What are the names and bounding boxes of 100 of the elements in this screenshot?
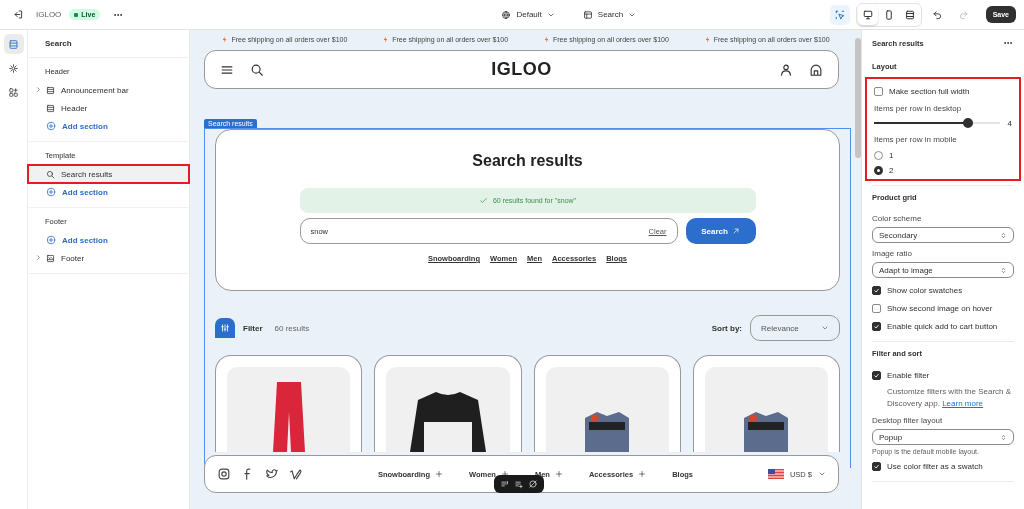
select-label: Desktop filter layout	[872, 416, 944, 425]
template-picker[interactable]: Search	[580, 7, 639, 22]
radio-option[interactable]: 1	[874, 148, 894, 162]
bag-icon	[809, 62, 823, 77]
select-label: Image ratio	[872, 249, 914, 258]
checkbox[interactable]: Enable filter	[872, 368, 1014, 382]
lightning-icon	[221, 36, 229, 43]
search-icon	[250, 62, 264, 77]
apps-icon	[8, 86, 19, 98]
fullscreen-icon	[903, 8, 916, 21]
check-icon	[873, 371, 880, 379]
checkbox-label: Enable quick add to cart button	[887, 321, 998, 331]
vimeo-icon	[289, 467, 303, 481]
select-field[interactable]: Popup	[872, 429, 1014, 445]
list-icon	[500, 479, 510, 489]
desktop-icon	[861, 8, 874, 21]
checkbox-label: Show color swatches	[887, 285, 963, 295]
checkbox[interactable]: Use color filter as a swatch	[872, 459, 1014, 473]
checkbox-label: Use color filter as a swatch	[887, 461, 983, 471]
add-circle-icon	[46, 235, 56, 245]
slider-value: 4	[1007, 118, 1012, 128]
search-icon	[46, 169, 55, 179]
radio-option[interactable]: 2	[874, 163, 894, 177]
flag-icon	[767, 469, 784, 479]
sections-icon	[8, 38, 19, 50]
inspector-view-button[interactable]	[829, 4, 850, 25]
arrow-up-right-icon	[731, 227, 740, 235]
add-section-button[interactable]: Add section	[28, 117, 189, 135]
plus-icon	[435, 470, 443, 478]
add-circle-icon	[46, 187, 56, 197]
lightning-icon	[382, 36, 390, 43]
product-card[interactable]	[692, 355, 840, 452]
select-arrows-icon	[1000, 433, 1007, 441]
store-name: IGLOO	[36, 10, 62, 19]
learn-more-link[interactable]: Learn more	[942, 399, 984, 408]
chevron-down-icon	[821, 324, 829, 332]
sidebar-item[interactable]: Footer	[28, 249, 189, 267]
footer-layout-icon	[46, 253, 55, 263]
desktop-view-button[interactable]	[857, 4, 878, 25]
plus-icon	[554, 470, 563, 478]
check-icon	[873, 322, 880, 330]
inspector-icon	[833, 8, 846, 21]
select-field[interactable]: Adapt to image	[872, 262, 1014, 278]
product-card[interactable]	[533, 355, 681, 452]
sidebar-title: Search	[28, 30, 189, 58]
undo-icon	[932, 9, 944, 20]
lightning-icon	[703, 36, 711, 43]
section-layout-icon	[46, 103, 55, 113]
chevron-right-icon	[35, 86, 42, 93]
product-card[interactable]	[374, 355, 522, 452]
select-field[interactable]: Secondary	[872, 227, 1014, 243]
slider-thumb[interactable]	[963, 118, 974, 128]
add-circle-icon	[46, 121, 56, 131]
twitter-icon	[265, 467, 279, 481]
sections-rail-button[interactable]	[3, 34, 24, 54]
add-section-button[interactable]: Add section	[28, 183, 189, 201]
filter-button[interactable]	[215, 318, 235, 338]
chevron-down-icon	[818, 470, 826, 478]
sidebar-item[interactable]: Header	[28, 99, 189, 117]
globe-icon	[501, 9, 512, 20]
check-icon	[478, 196, 488, 205]
plus-icon	[638, 470, 647, 478]
checkbox[interactable]: Show color swatches	[872, 283, 1014, 297]
slider-label: Items per row in desktop	[874, 104, 963, 113]
exit-icon	[12, 9, 24, 20]
instagram-icon	[217, 467, 231, 481]
sliders-icon	[220, 323, 230, 333]
check-icon	[873, 286, 880, 294]
store-logo[interactable]: IGLOO	[277, 59, 766, 80]
checkbox-label: Show second image on hover	[887, 303, 993, 313]
template-icon	[582, 9, 593, 20]
plus-icon	[500, 470, 509, 478]
theme-picker[interactable]: Default	[499, 7, 557, 22]
check-icon	[873, 462, 880, 470]
radio-group-label: Items per row in mobile	[874, 135, 958, 144]
checkbox-label: Enable filter	[887, 370, 930, 380]
select-arrows-icon	[1000, 266, 1007, 274]
lightning-icon	[542, 36, 550, 43]
add-section-button[interactable]: Add section	[28, 231, 189, 249]
search-submit-button[interactable]: Search	[685, 218, 756, 244]
section-layout-icon	[46, 85, 55, 95]
checkbox[interactable]: Show second image on hover	[872, 301, 1014, 315]
list-add-icon	[514, 479, 524, 489]
results-count: 60 results	[274, 323, 311, 333]
sidebar-item[interactable]: Announcement bar	[28, 81, 189, 99]
select-label: Color scheme	[872, 214, 923, 223]
checkbox[interactable]: Make section full width	[874, 84, 1012, 98]
sort-label: Sort by:	[711, 323, 742, 333]
redo-icon	[958, 9, 970, 20]
sort-select[interactable]: Relevance	[750, 315, 840, 341]
checkbox-label: Make section full width	[889, 86, 970, 96]
settings-icon	[8, 62, 19, 74]
help-text: Customize filters with the Search & Discovery app. Learn more	[887, 386, 1013, 410]
checkbox[interactable]: Enable quick add to cart button	[872, 319, 1014, 333]
select-arrows-icon	[1000, 231, 1007, 239]
sidebar-item[interactable]: Search results	[28, 165, 189, 183]
filter-label: Filter	[243, 323, 263, 333]
chevron-right-icon	[35, 254, 42, 261]
hide-icon	[528, 479, 538, 489]
page-heading: Search results	[472, 152, 583, 170]
